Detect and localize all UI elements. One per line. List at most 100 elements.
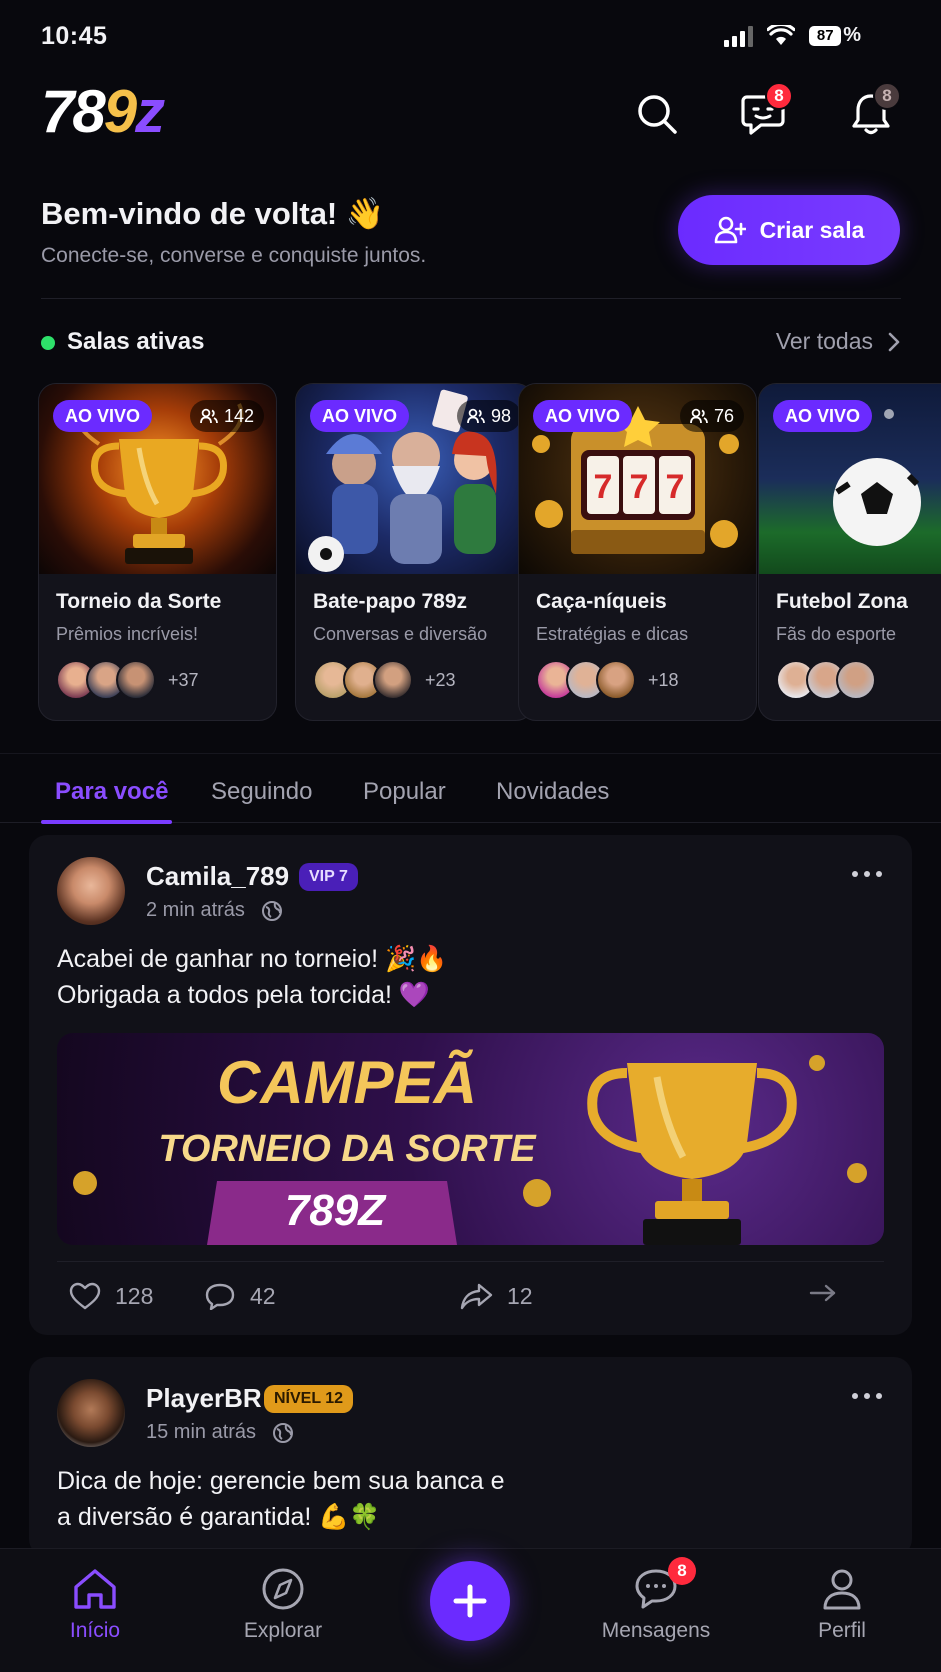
users-icon [467, 408, 485, 424]
live-badge: AO VIVO [773, 400, 873, 432]
live-badge: AO VIVO [310, 400, 410, 432]
room-description: Conversas e diversão [313, 624, 488, 644]
room-card[interactable]: AO VIVO Futebol Zona Fãs do esporte [758, 383, 941, 721]
app-logo[interactable]: 789z [41, 82, 165, 142]
room-members: +37 [56, 660, 199, 700]
live-dot-icon [41, 336, 55, 350]
room-card[interactable]: AO VIVO 142 Torneio da Sorte Prêmios inc… [38, 383, 277, 721]
tab-for-you[interactable]: Para você [55, 778, 168, 806]
nav-explore-label: Explorar [243, 1619, 323, 1642]
tab-following[interactable]: Seguindo [211, 778, 312, 806]
section-title: Salas ativas [67, 328, 205, 355]
viewer-count: 98 [456, 400, 521, 432]
room-members [776, 660, 876, 700]
post-image[interactable]: CAMPEÃ TORNEIO DA SORTE 789Z [57, 1033, 884, 1245]
nav-profile[interactable]: Perfil [772, 1567, 912, 1643]
messages-nav-badge: 8 [668, 1557, 696, 1585]
rooms-carousel[interactable]: AO VIVO 142 Torneio da Sorte Prêmios inc… [38, 383, 941, 721]
forward-button[interactable] [809, 1282, 837, 1304]
more-options-button[interactable] [852, 1393, 882, 1399]
comment-button[interactable]: 42 [204, 1282, 276, 1310]
active-rooms-header: Salas ativas Ver todas [41, 328, 901, 358]
avatar[interactable] [57, 1379, 125, 1447]
room-thumbnail: 7 7 7 AO VIVO 76 [519, 384, 756, 574]
battery-indicator: 87 % [809, 24, 861, 47]
status-bar: 10:45 87 % [0, 0, 941, 70]
globe-icon [261, 900, 282, 921]
room-description: Estratégias e dicas [536, 624, 689, 644]
users-icon [690, 408, 708, 424]
post-username[interactable]: Camila_789 [146, 861, 289, 892]
nav-home-label: Início [69, 1619, 121, 1642]
room-members: +23 [313, 660, 456, 700]
room-card[interactable]: 7 7 7 AO VIVO 76 Caça-níqueis Estratégia… [518, 383, 757, 721]
users-icon [200, 408, 218, 424]
status-icons: 87 % [724, 24, 861, 47]
plus-icon [453, 1584, 487, 1618]
viewer-count: 76 [679, 400, 744, 432]
like-button[interactable]: 128 [69, 1282, 153, 1310]
room-card[interactable]: AO VIVO 98 Bate-papo 789z Conversas e di… [295, 383, 534, 721]
svg-text:7: 7 [666, 468, 685, 506]
avatar [116, 660, 156, 700]
post-meta: 2 min atrás [146, 899, 283, 922]
see-all-link[interactable]: Ver todas [776, 328, 901, 355]
live-badge: AO VIVO [533, 400, 633, 432]
post-text: Dica de hoje: gerencie bem sua banca e a… [57, 1467, 505, 1531]
wifi-icon [767, 24, 796, 45]
tab-popular[interactable]: Popular [363, 778, 446, 806]
live-badge: AO VIVO [53, 400, 153, 432]
heart-icon [69, 1282, 101, 1310]
battery-level: 87 [809, 25, 842, 46]
room-description: Fãs do esporte [776, 624, 897, 644]
room-name: Torneio da Sorte [56, 590, 222, 613]
post-time: 15 min atrás [146, 1421, 257, 1443]
notifications-button[interactable]: 8 [845, 82, 901, 140]
avatar [373, 660, 413, 700]
comment-count: 42 [250, 1282, 276, 1309]
post-card: Camila_789 VIP 7 2 min atrás Acabei de g… [29, 835, 912, 1335]
member-count: +18 [648, 669, 679, 690]
share-icon [460, 1283, 493, 1310]
room-description: Prêmios incríveis! [56, 624, 199, 644]
create-post-button[interactable] [430, 1561, 510, 1641]
avatar [836, 660, 876, 700]
room-name: Bate-papo 789z [313, 590, 468, 613]
post-text: Acabei de ganhar no torneio! 🎉🔥 Obrigada… [57, 945, 448, 1009]
compass-icon [262, 1568, 304, 1610]
post-username[interactable]: PlayerBR [146, 1383, 262, 1414]
room-name: Futebol Zona [776, 590, 908, 613]
member-count: +37 [168, 669, 199, 690]
viewer-count: 142 [189, 400, 264, 432]
arrow-right-icon [809, 1284, 836, 1302]
post-card: PlayerBR NÍVEL 12 15 min atrás Dica de h… [29, 1357, 912, 1557]
create-room-button[interactable]: Criar sala [678, 195, 900, 265]
user-icon [823, 1569, 861, 1610]
status-time: 10:45 [41, 22, 108, 50]
nav-profile-label: Perfil [818, 1619, 866, 1642]
signal-icon [724, 25, 754, 47]
globe-icon [273, 1422, 294, 1443]
member-count: +23 [425, 669, 456, 690]
room-thumbnail: AO VIVO [759, 384, 941, 574]
level-badge: NÍVEL 12 [264, 1385, 354, 1413]
room-members: +18 [536, 660, 679, 700]
messages-badge: 8 [765, 82, 793, 110]
search-icon [638, 95, 677, 134]
search-button[interactable] [631, 88, 683, 140]
avatar[interactable] [57, 857, 125, 925]
share-button[interactable]: 12 [459, 1282, 533, 1310]
banner-title: CAMPEÃ [217, 1049, 477, 1116]
champion-banner: CAMPEÃ TORNEIO DA SORTE 789Z [73, 1049, 867, 1245]
nav-home[interactable]: Início [25, 1567, 165, 1643]
bottom-navigation: Início Explorar Mensagens 8 Perfil [0, 1548, 941, 1672]
chat-button[interactable]: 8 [737, 82, 793, 140]
svg-text:7: 7 [594, 468, 613, 506]
nav-messages[interactable]: Mensagens 8 [586, 1557, 726, 1643]
create-room-label: Criar sala [759, 216, 865, 243]
svg-text:7: 7 [630, 468, 649, 506]
nav-explore[interactable]: Explorar [213, 1567, 353, 1643]
tab-news[interactable]: Novidades [496, 778, 609, 806]
more-options-button[interactable] [852, 871, 882, 877]
home-icon [74, 1569, 116, 1609]
